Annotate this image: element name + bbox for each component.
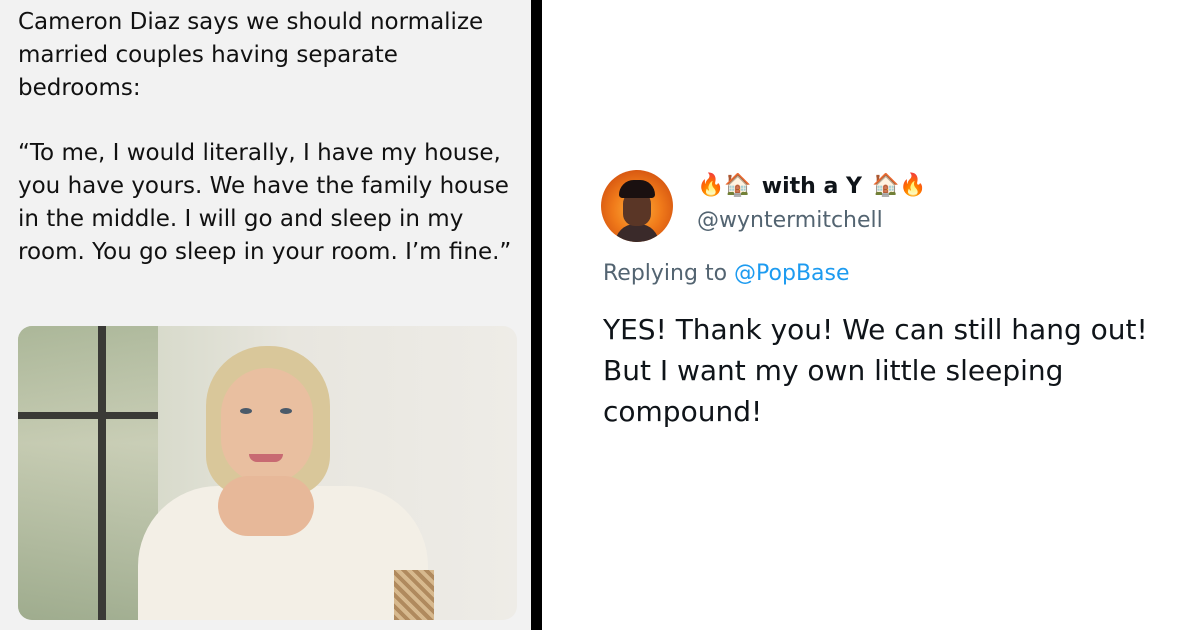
avatar-body: [615, 224, 659, 242]
tweet-body: YES! Thank you! We can still hang out! B…: [603, 313, 1148, 428]
window-frame-vertical: [98, 326, 106, 620]
wicker-chair: [394, 570, 434, 620]
window-frame-horizontal: [18, 412, 158, 419]
panel-divider: [531, 0, 542, 630]
person-mouth: [249, 454, 283, 462]
replying-to-line: Replying to @PopBase: [603, 261, 850, 286]
name-prefix-emoji: 🔥🏠: [697, 173, 752, 198]
user-handle[interactable]: @wyntermitchell: [697, 208, 883, 233]
person-hands: [218, 476, 314, 536]
post-photo[interactable]: [18, 326, 517, 620]
replying-label: Replying to: [603, 261, 728, 286]
replying-mention-link[interactable]: @PopBase: [734, 261, 849, 286]
person-eye-right: [280, 408, 292, 414]
name-suffix-emoji: 🏠🔥: [871, 173, 927, 198]
window-background: [18, 326, 158, 620]
display-name[interactable]: 🔥🏠 with a Y 🏠🔥: [697, 173, 927, 199]
post-quote-text: “To me, I would literally, I have my hou…: [18, 140, 512, 265]
reply-tweet-panel: 🔥🏠 with a Y 🏠🔥 @wyntermitchell Replying …: [542, 0, 1200, 630]
person-face: [221, 368, 313, 483]
avatar-hair: [619, 180, 655, 198]
screenshot-collage: Cameron Diaz says we should normalize ma…: [0, 0, 1200, 630]
news-post-panel: Cameron Diaz says we should normalize ma…: [0, 0, 531, 630]
post-intro-text: Cameron Diaz says we should normalize ma…: [18, 9, 484, 101]
user-avatar[interactable]: [601, 170, 673, 242]
display-name-text: with a Y: [761, 173, 862, 199]
person-eye-left: [240, 408, 252, 414]
